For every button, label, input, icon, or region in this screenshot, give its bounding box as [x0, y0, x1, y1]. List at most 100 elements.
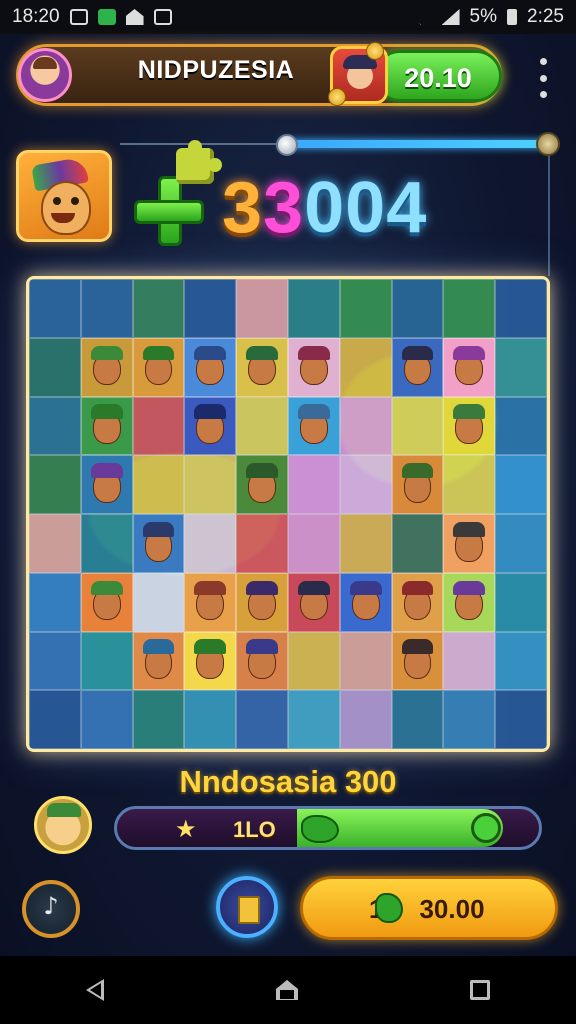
puzzle-tile[interactable]	[287, 279, 340, 338]
puzzle-tile[interactable]	[184, 396, 237, 456]
puzzle-tile[interactable]	[339, 631, 392, 691]
puzzle-tile[interactable]	[236, 690, 288, 749]
puzzle-tile[interactable]	[80, 572, 133, 632]
puzzle-tile[interactable]	[132, 279, 185, 338]
puzzle-tile[interactable]	[236, 631, 288, 691]
puzzle-tile[interactable]	[495, 690, 547, 749]
coin-counter[interactable]: 20.10	[374, 50, 502, 102]
puzzle-tile[interactable]	[443, 690, 496, 749]
battery-icon	[507, 9, 518, 25]
puzzle-tile[interactable]	[339, 455, 392, 514]
level-progress-bar: ★ 1LO	[114, 806, 542, 850]
puzzle-tile[interactable]	[80, 690, 133, 749]
puzzle-tile[interactable]	[29, 337, 81, 397]
puzzle-tile[interactable]	[443, 631, 496, 691]
puzzle-tile[interactable]	[443, 337, 496, 397]
puzzle-tile[interactable]	[132, 690, 185, 749]
guide-avatar[interactable]	[34, 796, 92, 854]
puzzle-tile[interactable]	[236, 396, 288, 456]
puzzle-tile[interactable]	[184, 455, 237, 514]
puzzle-tile[interactable]	[80, 514, 133, 573]
puzzle-tile[interactable]	[236, 514, 288, 573]
recent-apps-icon[interactable]	[470, 980, 490, 1000]
puzzle-tile[interactable]	[29, 690, 81, 749]
puzzle-tile[interactable]	[339, 514, 392, 573]
puzzle-tile[interactable]	[236, 337, 288, 397]
puzzle-tile[interactable]	[184, 690, 237, 749]
puzzle-tile[interactable]	[443, 572, 496, 632]
puzzle-tile[interactable]	[495, 631, 547, 691]
puzzle-tile[interactable]	[80, 455, 133, 514]
puzzle-tile[interactable]	[29, 572, 81, 632]
puzzle-tile[interactable]	[495, 514, 547, 573]
puzzle-tile[interactable]	[391, 572, 444, 632]
divider	[548, 156, 550, 276]
puzzle-tile[interactable]	[339, 279, 392, 338]
puzzle-tile[interactable]	[287, 337, 340, 397]
puzzle-tile[interactable]	[495, 572, 547, 632]
puzzle-tile[interactable]	[495, 396, 547, 456]
puzzle-tile[interactable]	[443, 514, 496, 573]
puzzle-tile[interactable]	[236, 572, 288, 632]
player-avatar[interactable]	[18, 48, 72, 102]
puzzle-tile[interactable]	[287, 514, 340, 573]
puzzle-tile[interactable]	[391, 455, 444, 514]
back-icon[interactable]	[86, 979, 104, 1001]
puzzle-tile[interactable]	[80, 631, 133, 691]
puzzle-tile[interactable]	[29, 514, 81, 573]
puzzle-tile[interactable]	[80, 337, 133, 397]
puzzle-tile[interactable]	[29, 396, 81, 456]
puzzle-tile[interactable]	[184, 514, 237, 573]
puzzle-tile[interactable]	[443, 455, 496, 514]
puzzle-tile[interactable]	[391, 690, 444, 749]
puzzle-tile[interactable]	[184, 572, 237, 632]
puzzle-tile[interactable]	[339, 396, 392, 456]
puzzle-tile[interactable]	[184, 631, 237, 691]
puzzle-tile[interactable]	[184, 337, 237, 397]
menu-button[interactable]	[536, 58, 550, 98]
puzzle-tile[interactable]	[391, 396, 444, 456]
puzzle-tile[interactable]	[80, 396, 133, 456]
puzzle-tile[interactable]	[443, 279, 496, 338]
puzzle-tile[interactable]	[287, 455, 340, 514]
buy-button[interactable]: 130.00	[300, 876, 558, 940]
puzzle-tile[interactable]	[184, 279, 237, 338]
puzzle-tile[interactable]	[236, 455, 288, 514]
coin-counter-value: 20.10	[404, 63, 472, 93]
hero-portrait[interactable]	[16, 150, 112, 242]
puzzle-tile[interactable]	[29, 279, 81, 338]
puzzle-tile[interactable]	[29, 631, 81, 691]
puzzle-tile[interactable]	[132, 455, 185, 514]
puzzle-tile[interactable]	[132, 337, 185, 397]
puzzle-tile[interactable]	[339, 572, 392, 632]
progress-slider-knob[interactable]	[276, 134, 298, 156]
puzzle-tile[interactable]	[132, 514, 185, 573]
battery-percent: 5%	[469, 6, 498, 27]
puzzle-tile[interactable]	[236, 279, 288, 338]
puzzle-tile[interactable]	[132, 396, 185, 456]
puzzle-tile[interactable]	[391, 514, 444, 573]
home-icon[interactable]	[276, 980, 298, 1000]
puzzle-board[interactable]	[26, 276, 550, 752]
puzzle-tile[interactable]	[132, 572, 185, 632]
puzzle-tile[interactable]	[495, 279, 547, 338]
progress-slider-track[interactable]	[280, 140, 550, 148]
shop-bag-button[interactable]	[216, 876, 278, 938]
puzzle-tile[interactable]	[287, 631, 340, 691]
puzzle-tile[interactable]	[132, 631, 185, 691]
puzzle-tile[interactable]	[29, 455, 81, 514]
puzzle-tile[interactable]	[287, 572, 340, 632]
puzzle-tile[interactable]	[391, 279, 444, 338]
puzzle-tile[interactable]	[287, 690, 340, 749]
puzzle-tile[interactable]	[339, 337, 392, 397]
sound-button[interactable]	[22, 880, 80, 938]
puzzle-tile[interactable]	[443, 396, 496, 456]
plus-icon[interactable]	[134, 176, 204, 246]
puzzle-tile[interactable]	[495, 337, 547, 397]
puzzle-tile[interactable]	[391, 337, 444, 397]
puzzle-tile[interactable]	[339, 690, 392, 749]
puzzle-tile[interactable]	[391, 631, 444, 691]
puzzle-tile[interactable]	[287, 396, 340, 456]
puzzle-tile[interactable]	[80, 279, 133, 338]
puzzle-tile[interactable]	[495, 455, 547, 514]
